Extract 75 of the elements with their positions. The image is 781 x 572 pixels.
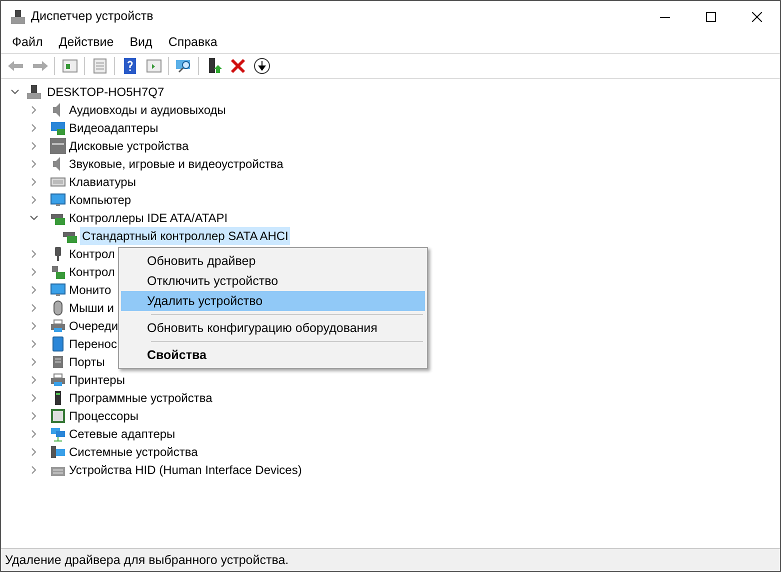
monitor-icon xyxy=(50,192,66,208)
chevron-right-icon[interactable] xyxy=(30,286,38,294)
chevron-down-icon[interactable] xyxy=(30,214,38,222)
menu-item[interactable]: Удалить устройство xyxy=(121,291,425,311)
chevron-right-icon[interactable] xyxy=(30,448,38,456)
monitor-icon xyxy=(50,282,66,298)
tree-item[interactable]: Контрол xyxy=(69,263,115,281)
chevron-right-icon[interactable] xyxy=(30,322,38,330)
portable-device-icon xyxy=(50,336,66,352)
tree-item[interactable]: Мыши и xyxy=(69,299,114,317)
display-adapter-icon xyxy=(50,120,66,136)
chevron-right-icon[interactable] xyxy=(30,304,38,312)
menu-item[interactable]: Свойства xyxy=(121,345,425,365)
chevron-right-icon[interactable] xyxy=(30,358,38,366)
tree-item[interactable]: DESKTOP-HO5H7Q7 xyxy=(47,83,164,101)
tree-item[interactable]: Аудиовходы и аудиовыходы xyxy=(69,101,226,119)
chevron-right-icon[interactable] xyxy=(30,376,38,384)
port-icon xyxy=(50,354,66,370)
menu-item[interactable]: Обновить драйвер xyxy=(121,251,425,271)
chevron-down-icon[interactable] xyxy=(11,88,19,96)
maximize-icon xyxy=(706,12,716,22)
menu-item[interactable]: Справка xyxy=(160,33,226,52)
menu-item[interactable]: Вид xyxy=(122,33,160,52)
tree-item[interactable]: Принтеры xyxy=(69,371,125,389)
menu-item[interactable]: Обновить конфигурацию оборудования xyxy=(121,318,425,338)
chevron-right-icon[interactable] xyxy=(30,160,38,168)
close-icon xyxy=(752,12,762,22)
chevron-right-icon[interactable] xyxy=(30,430,38,438)
system-device-icon xyxy=(50,444,66,460)
disable-device-icon xyxy=(252,57,270,75)
network-adapter-icon xyxy=(50,426,66,442)
tree-item[interactable]: Сетевые адаптеры xyxy=(69,425,176,443)
tree-item[interactable]: Перенос xyxy=(69,335,117,353)
tree-item[interactable]: Компьютер xyxy=(69,191,132,209)
chevron-right-icon[interactable] xyxy=(30,466,38,474)
chevron-right-icon[interactable] xyxy=(30,178,38,186)
tree-item[interactable]: Процессоры xyxy=(69,407,138,425)
chevron-right-icon[interactable] xyxy=(30,412,38,420)
properties-icon xyxy=(90,57,108,75)
tree-item[interactable]: Звуковые, игровые и видеоустройства xyxy=(69,155,284,173)
printer-icon xyxy=(50,372,66,388)
action-view-icon xyxy=(144,57,162,75)
window-title: Диспетчер устройств xyxy=(31,8,154,26)
chevron-right-icon[interactable] xyxy=(30,142,38,150)
tree-item[interactable]: Стандартный контроллер SATA AHCI xyxy=(80,227,290,245)
tree-item[interactable]: Устройства HID (Human Interface Devices) xyxy=(69,461,302,479)
tree-item[interactable]: Контроллеры IDE ATA/ATAPI xyxy=(69,209,228,227)
tree-item[interactable]: Клавиатуры xyxy=(69,173,136,191)
menu-item[interactable]: Действие xyxy=(50,33,122,52)
chevron-right-icon[interactable] xyxy=(30,106,38,114)
scan-hardware-icon xyxy=(174,57,192,75)
tree-item[interactable]: Монито xyxy=(69,281,112,299)
processor-icon xyxy=(50,408,66,424)
tree-item[interactable]: Очереди xyxy=(69,317,118,335)
chevron-right-icon[interactable] xyxy=(30,340,38,348)
tree-item[interactable]: Дисковые устройства xyxy=(69,137,189,155)
computer-icon xyxy=(26,84,42,100)
tree-item[interactable]: Видеоадаптеры xyxy=(69,119,158,137)
storage-controller-icon xyxy=(50,264,66,280)
tree-item[interactable]: Программные устройства xyxy=(69,389,212,407)
show-hide-tree-icon xyxy=(60,57,78,75)
tree-item[interactable]: Контрол xyxy=(69,245,115,263)
status-bar: Удаление драйвера для выбранного устройства. xyxy=(1,548,780,571)
chevron-right-icon[interactable] xyxy=(30,268,38,276)
tree-item[interactable]: Системные устройства xyxy=(69,443,198,461)
chevron-right-icon[interactable] xyxy=(30,196,38,204)
chevron-right-icon[interactable] xyxy=(30,394,38,402)
tree-item[interactable]: Порты xyxy=(69,353,105,371)
chevron-right-icon[interactable] xyxy=(30,250,38,258)
menu-item[interactable]: Отключить устройство xyxy=(121,271,425,291)
printer-icon xyxy=(50,318,66,334)
chevron-right-icon[interactable] xyxy=(30,124,38,132)
uninstall-icon xyxy=(228,57,246,75)
device-manager-icon xyxy=(10,8,26,24)
menu-item[interactable]: Файл xyxy=(4,33,51,52)
